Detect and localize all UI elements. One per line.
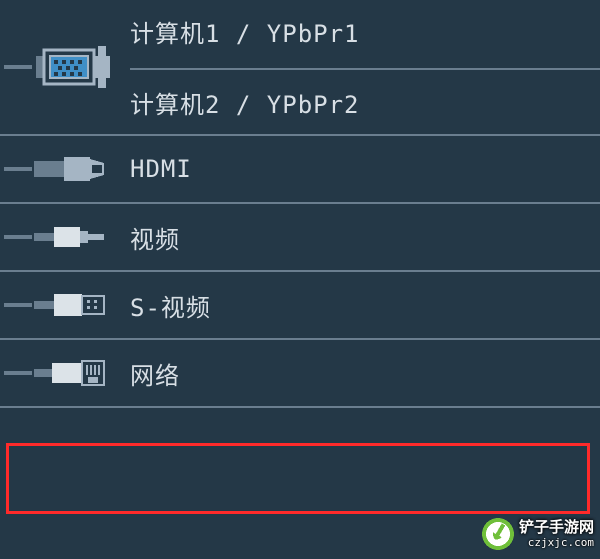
vga-icon (0, 0, 130, 134)
menu-item-svideo[interactable]: S-视频 (0, 272, 600, 340)
watermark-brand: 铲子手游网 (519, 518, 594, 536)
source-menu: 计算机1 / YPbPr1 计算机2 / YPbPr2 HDMI (0, 0, 600, 408)
watermark: 铲子手游网 czjxjc.com (481, 517, 594, 551)
ethernet-icon (0, 340, 130, 406)
rca-icon (0, 204, 130, 270)
menu-item-label: 视频 (130, 220, 600, 255)
menu-item-label: HDMI (130, 155, 600, 183)
highlight-box (6, 443, 590, 514)
menu-item-computer[interactable]: 计算机1 / YPbPr1 计算机2 / YPbPr2 (0, 0, 600, 136)
menu-item-label: S-视频 (130, 288, 600, 323)
menu-item-label: 计算机2 / YPbPr2 (130, 85, 600, 120)
menu-item-hdmi[interactable]: HDMI (0, 136, 600, 204)
shovel-logo-icon (481, 517, 515, 551)
menu-item-video[interactable]: 视频 (0, 204, 600, 272)
menu-item-label: 网络 (130, 356, 600, 391)
watermark-url: czjxjc.com (528, 536, 594, 549)
hdmi-icon (0, 136, 130, 202)
menu-item-label: 计算机1 / YPbPr1 (130, 14, 600, 49)
menu-item-network[interactable]: 网络 (0, 340, 600, 408)
svideo-icon (0, 272, 130, 338)
